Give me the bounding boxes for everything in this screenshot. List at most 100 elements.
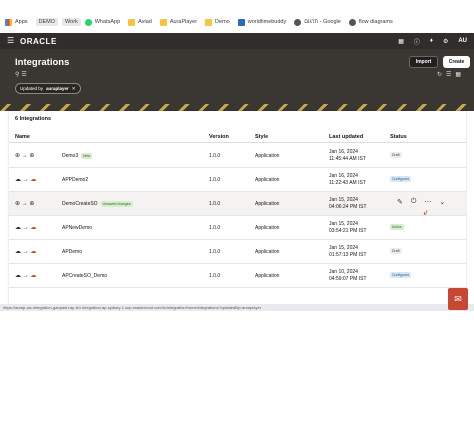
style: Application [255,249,280,255]
app-header: ☰ ORACLE ▦ ⓘ ♦ ⚙ AU [0,33,474,49]
style: Application [255,201,280,207]
updated-date: Jan 15, 2024 [329,245,358,251]
status-url: https://aurap-oic-integration-ganpadri-a… [0,304,474,311]
integration-name[interactable]: APPDemo2 [62,177,88,183]
filter-icon[interactable]: ☰ [21,72,28,78]
folder-icon [128,18,136,26]
list-view-icon[interactable]: ☰ [446,71,451,78]
view-tools: ↻ ☰ ▦ [437,71,461,78]
version: 1.0.0 [209,225,221,231]
bookmark-work[interactable]: Work [62,18,81,26]
table-row[interactable]: ⊕ → ⊕ DemoCreateSO Unsaved changes 1.0.0 … [9,192,466,218]
col-status[interactable]: Status [390,134,407,140]
status-badge: Configured [390,272,412,278]
table-row[interactable]: ☁ → ☁ APPDemo2 1.0.0 Application Jan 16,… [9,168,466,192]
style: Application [255,153,280,159]
bookmark-whatsapp[interactable]: WhatsApp [84,18,120,26]
status-badge: Configured [390,176,412,182]
folder-icon [205,18,213,26]
header-actions: ▦ ⓘ ♦ ⚙ AU [398,37,467,46]
updated-time: 11:45:44 AM IST [329,156,366,162]
integration-name[interactable]: APDemo [62,249,82,255]
bookmark-apps[interactable]: Apps [5,18,28,26]
refresh-icon[interactable]: ↻ [437,71,442,78]
activate-power-icon[interactable]: ⏻ [411,198,417,206]
col-last-updated[interactable]: Last updated [329,134,363,140]
trigger-invoke-icon: ☁ → ☁ [15,273,37,279]
filter-chip-label: Updated by [20,86,44,91]
chat-icon[interactable]: ✉ [448,288,468,310]
style: Application [255,177,280,183]
version: 1.0.0 [209,273,221,279]
filter-chip-value: auraplayer [46,86,69,91]
version: 1.0.0 [209,177,221,183]
updated-date: Jan 15, 2024 [329,197,358,203]
col-version[interactable]: Version [209,134,229,140]
whatsapp-icon [84,18,92,26]
gear-icon [348,18,356,26]
bell-icon[interactable]: ♦ [430,38,433,44]
more-actions-icon[interactable]: ⋯ [424,198,431,206]
version: 1.0.0 [209,153,221,159]
integrations-count: 6 Integrations [15,116,52,122]
page-banner: Integrations ⚲☰ Updated by auraplayer ✕ … [0,49,474,111]
integration-name[interactable]: APCreateSO_Demo [62,273,107,279]
bookmark-flow-diagrams[interactable]: flow diagrams [348,18,393,26]
oracle-logo: ORACLE [20,36,57,46]
import-button[interactable]: Import [409,56,438,68]
table-row[interactable]: ☁ → ☁ APCreateSO_Demo 1.0.0 Application … [9,264,466,288]
close-icon[interactable]: ✕ [72,86,76,92]
integration-name[interactable]: APNewDemo [62,225,92,231]
updated-time: 04:59:07 PM IST [329,276,367,282]
bookmark-worldtimebuddy[interactable]: worldtimebuddy [237,18,286,26]
search-filter-tools: ⚲☰ [15,71,29,78]
style: Application [255,225,280,231]
unsaved-changes-badge: Unsaved changes [100,201,133,207]
hamburger-menu-icon[interactable]: ☰ [7,37,17,45]
edit-pencil-icon[interactable]: ✎ [397,198,403,206]
table-row[interactable]: ☁ → ☁ APNewDemo 1.0.0 Application Jan 15… [9,216,466,240]
col-name[interactable]: Name [15,134,30,140]
updated-time: 11:22:43 AM IST [329,180,366,186]
row-actions: ✎ ⏻ ⋯ ⌄ [397,198,445,206]
bookmark-google-translate[interactable]: תרגום - Google [294,18,341,26]
table-row[interactable]: ☁ → ☁ APDemo 1.0.0 Application Jan 15, 2… [9,240,466,264]
updated-time: 03:54:21 PM IST [329,228,367,234]
bookmark-demo[interactable]: DEMO [35,18,59,26]
bookmark-aviad[interactable]: Aviad [128,18,152,26]
table-row[interactable]: ⊕ → ⊕ Demo3 New 1.0.0 Application Jan 16,… [9,144,466,168]
updated-time: 04:06:24 PM IST [329,204,367,210]
style: Application [255,273,280,279]
settings-icon[interactable]: ⚙ [443,38,448,45]
create-button[interactable]: Create [443,56,470,68]
updated-time: 01:57:13 PM IST [329,252,367,258]
decorative-stripe [0,104,474,111]
new-badge: New [81,153,93,159]
chevron-down-icon[interactable]: ⌄ [439,198,445,206]
integration-name[interactable]: Demo3 [62,153,78,159]
grid-view-icon[interactable]: ▦ [455,71,461,78]
help-icon[interactable]: ⓘ [414,37,420,46]
col-style[interactable]: Style [255,134,268,140]
status-badge: Draft [390,248,402,254]
filter-chip[interactable]: Updated by auraplayer ✕ [15,83,81,94]
bookmark-demo-folder[interactable]: Demo [205,18,230,26]
version: 1.0.0 [209,249,221,255]
grid-icon[interactable]: ▦ [398,38,404,45]
table-header: Name Version Style Last updated Status [9,133,466,143]
doc-icon [237,18,245,26]
status-badge: Active [390,224,404,230]
trigger-invoke-icon: ☁ → ☁ [15,225,37,231]
trigger-invoke-icon: ⊕ → ⊕ [15,201,35,207]
avatar[interactable]: AU [458,38,467,44]
trigger-invoke-icon: ⊕ → ⊕ [15,153,35,159]
integrations-card: 6 Integrations Name Version Style Last u… [9,111,466,309]
updated-date: Jan 15, 2024 [329,221,358,227]
bookmarks-bar: Apps DEMO Work WhatsApp Aviad AuraPlayer… [0,14,474,30]
gear-icon [294,18,302,26]
trigger-invoke-icon: ☁ → ☁ [15,177,37,183]
updated-date: Jan 10, 2024 [329,269,358,275]
apps-grid-icon [5,18,12,26]
integration-name[interactable]: DemoCreateSO [62,201,98,207]
bookmark-auraplayer[interactable]: AuraPlayer [159,18,197,26]
